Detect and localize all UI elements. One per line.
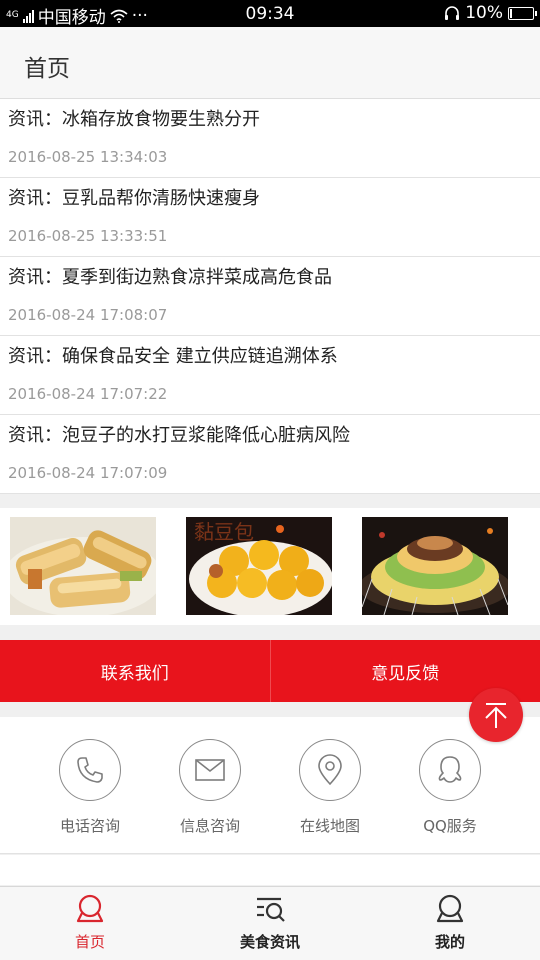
food-image-skewers[interactable] [362, 517, 508, 615]
service-message[interactable]: 信息咨询 [160, 739, 260, 836]
news-title: 资讯：冰箱存放食物要生熟分开 [8, 109, 260, 130]
news-title: 资讯：夏季到街边熟食凉拌菜成高危食品 [8, 267, 332, 288]
battery-icon [508, 6, 537, 20]
news-title: 资讯：确保食品安全 建立供应链追溯体系 [8, 346, 338, 367]
news-item[interactable]: 资讯：确保食品安全 建立供应链追溯体系 2016-08-24 17:07:22 [0, 336, 540, 415]
nav-label: 我的 [434, 933, 465, 951]
status-bar: 4G 中国移动 ··· 09:34 10% [0, 0, 540, 28]
service-map[interactable]: 在线地图 [280, 739, 380, 836]
food-image-buns[interactable]: 黏豆包 [186, 517, 332, 615]
news-date: 2016-08-24 17:07:09 [8, 464, 168, 482]
battery-fill [510, 8, 512, 18]
news-title: 资讯：泡豆子的水打豆浆能降低心脏病风险 [8, 425, 350, 446]
food-news-icon [257, 897, 285, 922]
page-title: 首页 [24, 56, 70, 82]
news-item[interactable]: 资讯：豆乳品帮你清肠快速瘦身 2016-08-25 13:33:51 [0, 178, 540, 257]
news-item[interactable]: 资讯：冰箱存放食物要生熟分开 2016-08-25 13:34:03 [0, 99, 540, 178]
nav-label: 美食资讯 [239, 933, 300, 951]
arrow-up-icon [485, 703, 507, 728]
news-date: 2016-08-24 17:08:07 [8, 306, 168, 324]
battery-percent: 10% [465, 3, 503, 23]
service-label: 信息咨询 [179, 817, 240, 835]
news-list: 资讯：冰箱存放食物要生熟分开 2016-08-25 13:34:03 资讯：豆乳… [0, 99, 540, 494]
nav-home[interactable]: 首页 [30, 893, 150, 952]
news-date: 2016-08-25 13:34:03 [8, 148, 168, 166]
app-header: 首页 [0, 27, 540, 99]
service-qq[interactable]: QQ服务 [400, 739, 500, 836]
food-image-strip: 黏豆包 [0, 508, 540, 625]
home-icon [76, 894, 104, 923]
nav-label: 首页 [74, 933, 105, 951]
qq-icon [438, 756, 462, 783]
food-image-rolls[interactable] [10, 517, 156, 615]
phone-icon [77, 757, 103, 783]
news-date: 2016-08-25 13:33:51 [8, 227, 168, 245]
spacer [0, 855, 540, 885]
app-screen: 4G 中国移动 ··· 09:34 10% 首页 资讯：冰箱存放食物要生熟分开 … [0, 0, 540, 960]
service-label: 在线地图 [299, 817, 360, 835]
map-pin-icon [318, 754, 342, 786]
service-phone[interactable]: 电话咨询 [40, 739, 140, 836]
nav-mine[interactable]: 我的 [390, 893, 510, 952]
news-title: 资讯：豆乳品帮你清肠快速瘦身 [8, 188, 260, 209]
bottom-nav: 首页 美食资讯 我的 [0, 886, 540, 960]
back-to-top-button[interactable] [469, 688, 523, 742]
nav-food-news[interactable]: 美食资讯 [210, 893, 330, 952]
news-date: 2016-08-24 17:07:22 [8, 385, 168, 403]
service-label: QQ服务 [423, 817, 477, 835]
buns-caption: 黏豆包 [194, 520, 254, 544]
service-label: 电话咨询 [59, 817, 120, 835]
headset-icon [445, 5, 460, 20]
services-panel: 电话咨询 信息咨询 在线地图 QQ服务 [0, 717, 540, 854]
news-item[interactable]: 资讯：泡豆子的水打豆浆能降低心脏病风险 2016-08-24 17:07:09 [0, 415, 540, 494]
user-icon [436, 894, 464, 923]
news-item[interactable]: 资讯：夏季到街边熟食凉拌菜成高危食品 2016-08-24 17:08:07 [0, 257, 540, 336]
mail-icon [195, 759, 225, 781]
contact-us-button[interactable]: 联系我们 [0, 640, 270, 702]
action-bar: 联系我们 意见反馈 [0, 640, 540, 702]
